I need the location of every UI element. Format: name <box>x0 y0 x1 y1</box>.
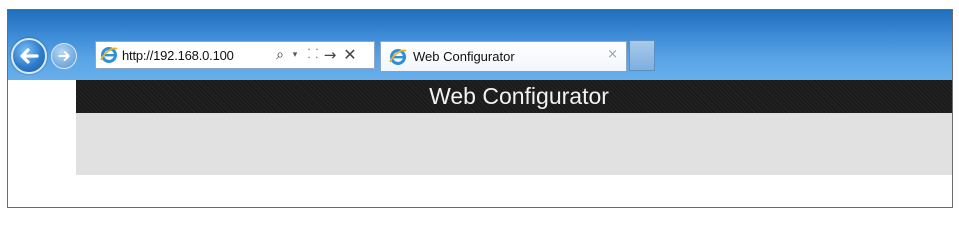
tab-web-configurator[interactable]: Web Configurator × <box>380 41 627 71</box>
browser-window: http://192.168.0.100 ⌕ ▾ ⸬ → ✕ Web Confi… <box>7 9 953 208</box>
forward-icon <box>58 51 70 61</box>
stop-icon[interactable]: ✕ <box>342 42 358 68</box>
search-icon[interactable]: ⌕ <box>272 42 288 68</box>
address-bar[interactable]: http://192.168.0.100 ⌕ ▾ ⸬ → ✕ <box>95 41 375 69</box>
back-icon <box>20 48 39 64</box>
tab-title: Web Configurator <box>413 49 515 64</box>
page-title: Web Configurator <box>429 83 609 109</box>
compatibility-view-icon[interactable]: ⸬ <box>306 42 320 68</box>
address-url[interactable]: http://192.168.0.100 <box>122 48 234 63</box>
browser-toolbar: http://192.168.0.100 ⌕ ▾ ⸬ → ✕ Web Confi… <box>8 10 952 80</box>
app-panel <box>76 113 952 175</box>
page-content: Web Configurator <box>8 80 952 207</box>
ie-page-icon <box>100 47 118 63</box>
dropdown-arrow-icon[interactable]: ▾ <box>290 42 300 68</box>
new-tab-button[interactable] <box>629 40 655 71</box>
close-icon[interactable]: × <box>607 47 618 62</box>
back-button[interactable] <box>11 38 47 74</box>
forward-button[interactable] <box>51 43 77 69</box>
ie-page-icon <box>389 48 407 65</box>
refresh-icon[interactable]: → <box>322 42 338 68</box>
app-header: Web Configurator <box>76 80 952 113</box>
